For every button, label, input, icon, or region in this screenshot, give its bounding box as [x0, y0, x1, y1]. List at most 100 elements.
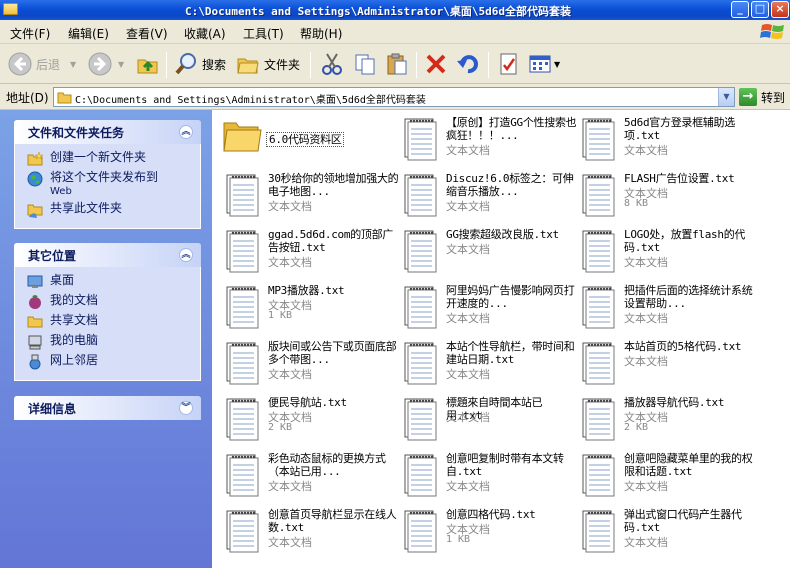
- paste-button[interactable]: [385, 50, 409, 78]
- views-dropdown-icon[interactable]: ▼: [554, 60, 560, 69]
- text-document-icon: [578, 227, 616, 273]
- file-type: 文本文档: [624, 312, 668, 325]
- cut-button[interactable]: [320, 50, 344, 78]
- file-item[interactable]: ggad.5d6d.com的顶部广告按钮.txt 文本文档: [222, 225, 400, 277]
- file-item[interactable]: Discuz!6.0标签之：可伸缩音乐播放... 文本文档: [400, 169, 578, 221]
- file-item[interactable]: 標題來自時間本站已用.txt 文本文档: [400, 393, 578, 445]
- close-button[interactable]: ×: [771, 1, 789, 18]
- collapse-icon[interactable]: ︽: [179, 248, 193, 262]
- file-item[interactable]: 弹出式窗口代码产生器代码.txt 文本文档: [578, 505, 756, 557]
- back-dropdown-icon[interactable]: ▼: [70, 60, 76, 69]
- text-document-icon: [400, 227, 438, 273]
- back-label: 后退: [36, 57, 61, 72]
- menu-view[interactable]: 查看(V): [126, 25, 168, 42]
- properties-icon: [500, 53, 517, 75]
- task-share-folder[interactable]: 共享此文件夹: [27, 202, 200, 218]
- file-size: 1 KB: [268, 310, 293, 321]
- collapse-icon[interactable]: ︽: [179, 125, 193, 139]
- file-item[interactable]: MP3播放器.txt 文本文档 1 KB: [222, 281, 400, 333]
- file-item[interactable]: 创意吧隐藏菜单里的我的权限和话题.txt 文本文档: [578, 449, 756, 501]
- copy-icon: [355, 54, 375, 75]
- file-name: 版块间或公告下或页面底部多个带图...: [268, 340, 397, 366]
- file-item[interactable]: 创意吧复制时带有本文转自.txt 文本文档: [400, 449, 578, 501]
- file-item[interactable]: 【原创】打造GG个性搜索也疯狂！！！... 文本文档: [400, 113, 578, 165]
- file-item[interactable]: 本站首页的5格代码.txt 文本文档: [578, 337, 756, 389]
- file-item[interactable]: GG搜索超级改良版.txt 文本文档: [400, 225, 578, 277]
- file-item[interactable]: 本站个性导航栏，带时间和建站日期.txt 文本文档: [400, 337, 578, 389]
- file-type: 文本文档: [624, 256, 668, 269]
- text-document-icon: [222, 339, 260, 385]
- file-type: 文本文档: [624, 536, 668, 549]
- task-publish-web[interactable]: 将这个文件夹发布到 Web: [27, 171, 200, 198]
- minimize-button[interactable]: _: [731, 1, 749, 18]
- file-item[interactable]: LOGO处，放置flash的代码.txt 文本文档: [578, 225, 756, 277]
- forward-dropdown-icon[interactable]: ▼: [118, 60, 124, 69]
- forward-button[interactable]: ▼: [88, 50, 124, 78]
- file-item[interactable]: FLASH广告位设置.txt 文本文档 8 KB: [578, 169, 756, 221]
- file-item[interactable]: 便民导航站.txt 文本文档 2 KB: [222, 393, 400, 445]
- place-label: 我的电脑: [50, 333, 99, 347]
- file-item[interactable]: 阿里妈妈广告慢影响网页打开速度的... 文本文档: [400, 281, 578, 333]
- file-type: 文本文档: [446, 480, 490, 493]
- file-tasks-title: 文件和文件夹任务: [28, 125, 125, 140]
- expand-icon[interactable]: ︾: [179, 401, 193, 415]
- file-name: MP3播放器.txt: [268, 284, 345, 297]
- menu-favorites[interactable]: 收藏(A): [184, 25, 226, 42]
- copy-button[interactable]: [353, 50, 377, 78]
- file-item[interactable]: 把插件后面的选择统计系统设置帮助... 文本文档: [578, 281, 756, 333]
- task-label: 将这个文件夹发布到: [50, 170, 159, 184]
- menu-edit[interactable]: 编辑(E): [68, 25, 109, 42]
- back-button[interactable]: 后退 ▼: [8, 50, 76, 78]
- file-item[interactable]: 30秒给你的领地增加强大的电子地图... 文本文档: [222, 169, 400, 221]
- place-desktop[interactable]: 桌面: [27, 274, 200, 290]
- address-input[interactable]: C:\Documents and Settings\Administrator\…: [53, 87, 735, 107]
- task-new-folder[interactable]: 创建一个新文件夹: [27, 151, 200, 167]
- task-pane: 文件和文件夹任务 ︽ 创建一个新文件夹 将这个文件夹发布到 Web 共享此文件夹 …: [0, 110, 212, 568]
- file-item[interactable]: 播放器导航代码.txt 文本文档 2 KB: [578, 393, 756, 445]
- network-places-icon: [29, 354, 41, 370]
- file-type: 文本文档: [446, 243, 490, 256]
- search-button[interactable]: 搜索: [174, 50, 226, 78]
- toolbar: 后退 ▼ ▼ 搜索 文件夹 ▼: [0, 44, 790, 84]
- address-dropdown-icon[interactable]: ▼: [718, 88, 734, 106]
- other-places-header[interactable]: 其它位置 ︽: [14, 243, 201, 267]
- folders-button[interactable]: 文件夹: [236, 50, 300, 78]
- undo-icon: [457, 55, 478, 74]
- views-button[interactable]: ▼: [528, 50, 560, 78]
- maximize-button[interactable]: □: [751, 1, 769, 18]
- menu-tools[interactable]: 工具(T): [243, 25, 284, 42]
- properties-button[interactable]: [497, 50, 521, 78]
- file-tasks-header[interactable]: 文件和文件夹任务 ︽: [14, 120, 201, 144]
- file-name: 便民导航站.txt: [268, 396, 347, 409]
- place-network[interactable]: 网上邻居: [27, 354, 200, 370]
- place-shared-documents[interactable]: 共享文档: [27, 314, 200, 330]
- text-document-icon: [400, 171, 438, 217]
- go-button[interactable]: → 转到: [739, 87, 785, 107]
- delete-button[interactable]: [424, 50, 448, 78]
- views-grid-icon: [529, 55, 551, 73]
- menu-help[interactable]: 帮助(H): [300, 25, 342, 42]
- folder-item[interactable]: 6.0代码资料区: [222, 113, 400, 165]
- text-document-icon: [222, 227, 260, 273]
- file-item[interactable]: 创意首页导航栏显示在线人数.txt 文本文档: [222, 505, 400, 557]
- place-label: 桌面: [50, 273, 75, 287]
- file-type: 文本文档: [446, 312, 490, 325]
- back-arrow-icon: [8, 52, 32, 76]
- file-type: 文本文档: [624, 144, 668, 157]
- text-document-icon: [400, 395, 438, 441]
- file-item[interactable]: 版块间或公告下或页面底部多个带图... 文本文档: [222, 337, 400, 389]
- folders-label: 文件夹: [264, 57, 301, 72]
- file-name: 本站个性导航栏，带时间和建站日期.txt: [446, 340, 575, 366]
- up-folder-button[interactable]: [136, 50, 160, 78]
- file-type: 文本文档: [446, 368, 490, 381]
- undo-button[interactable]: [456, 50, 480, 78]
- place-my-documents[interactable]: 我的文档: [27, 294, 200, 310]
- place-my-computer[interactable]: 我的电脑: [27, 334, 200, 350]
- file-name: 本站首页的5格代码.txt: [624, 340, 742, 353]
- file-item[interactable]: 创意四格代码.txt 文本文档 1 KB: [400, 505, 578, 557]
- file-item[interactable]: 彩色动态鼠标的更换方式（本站已用... 文本文档: [222, 449, 400, 501]
- details-header[interactable]: 详细信息 ︾: [14, 396, 201, 420]
- file-item[interactable]: 5d6d官方登录框辅助选项.txt 文本文档: [578, 113, 756, 165]
- file-name: 阿里妈妈广告慢影响网页打开速度的...: [446, 284, 575, 310]
- menu-file[interactable]: 文件(F): [10, 25, 50, 42]
